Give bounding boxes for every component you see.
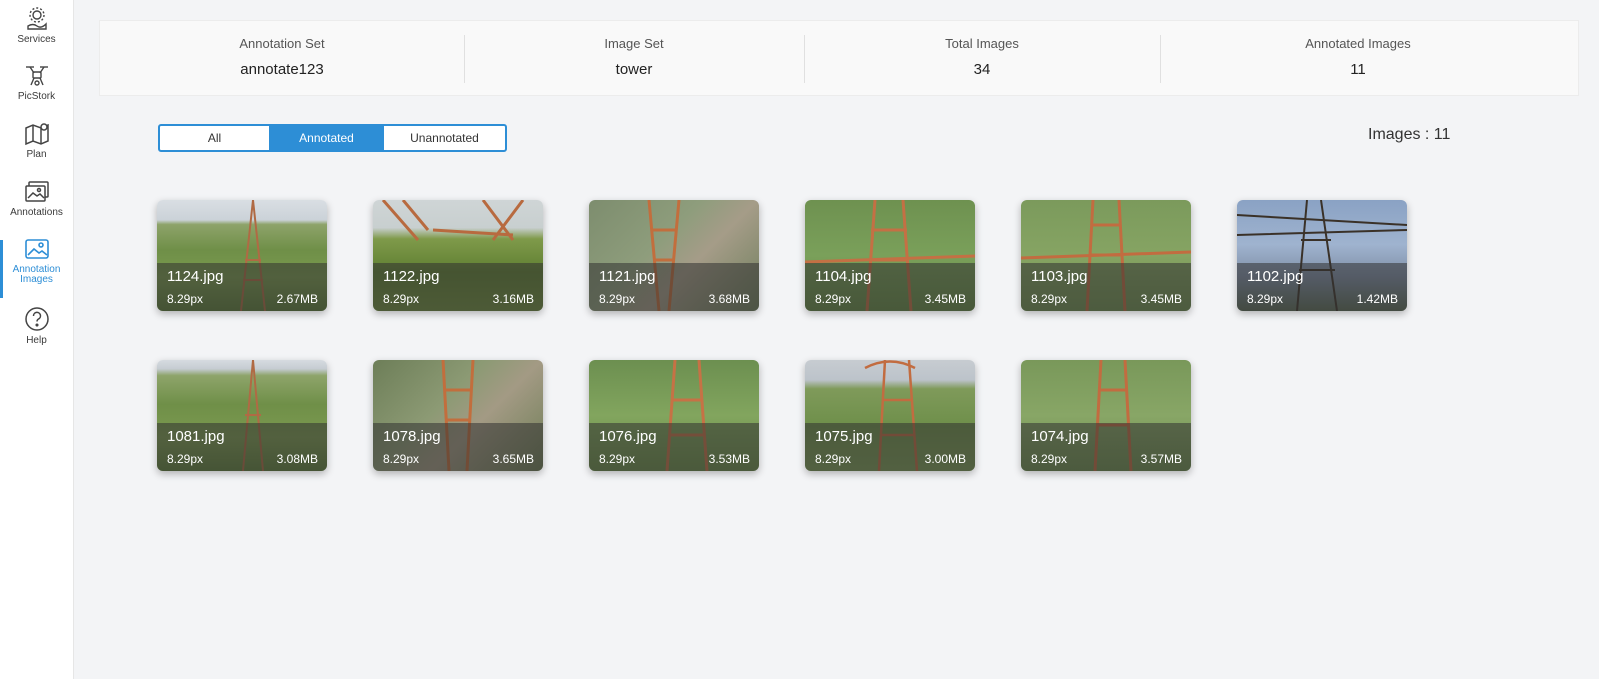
image-resolution: 8.29px xyxy=(167,452,204,466)
image-size: 3.45MB xyxy=(924,292,966,306)
image-resolution: 8.29px xyxy=(383,292,420,306)
sidebar-item-label: Images xyxy=(20,274,53,285)
image-card[interactable]: 1121.jpg 8.29px 3.68MB xyxy=(589,200,759,311)
stat-value: 34 xyxy=(973,61,991,78)
image-size: 3.68MB xyxy=(708,292,750,306)
stat-value: tower xyxy=(615,61,653,78)
image-resolution: 8.29px xyxy=(815,452,852,466)
image-size: 3.00MB xyxy=(924,452,966,466)
image-resolution: 8.29px xyxy=(383,452,420,466)
image-card[interactable]: 1102.jpg 8.29px 1.42MB xyxy=(1237,200,1407,311)
sidebar-item-label: Help xyxy=(26,335,47,346)
image-resolution: 8.29px xyxy=(1031,292,1068,306)
image-resolution: 8.29px xyxy=(167,292,204,306)
help-icon xyxy=(0,305,73,333)
stat-value: 11 xyxy=(1350,61,1366,78)
image-size: 3.45MB xyxy=(1140,292,1182,306)
image-size: 1.42MB xyxy=(1356,292,1398,306)
sidebar-item-services[interactable]: Services xyxy=(0,6,73,45)
image-card[interactable]: 1081.jpg 8.29px 3.08MB xyxy=(157,360,327,471)
stat-label: Total Images xyxy=(945,36,1019,51)
image-name: 1076.jpg xyxy=(599,428,657,445)
image-name: 1102.jpg xyxy=(1247,268,1304,285)
image-resolution: 8.29px xyxy=(1247,292,1284,306)
annotations-icon xyxy=(0,179,73,205)
image-name: 1103.jpg xyxy=(1031,268,1088,285)
stat-label: Annotated Images xyxy=(1305,36,1411,51)
stat-annotation-set: Annotation Set annotate123 xyxy=(100,37,464,78)
image-name: 1075.jpg xyxy=(815,428,873,445)
image-name: 1122.jpg xyxy=(383,268,440,285)
image-size: 3.08MB xyxy=(276,452,318,466)
sidebar-item-label: Services xyxy=(17,34,56,45)
drone-icon xyxy=(0,63,73,89)
image-card[interactable]: 1122.jpg 8.29px 3.16MB xyxy=(373,200,543,311)
image-resolution: 8.29px xyxy=(599,292,636,306)
stat-total-images: Total Images 34 xyxy=(804,37,1160,78)
sidebar-item-label: Plan xyxy=(26,149,47,160)
sidebar-item-annotation-images[interactable]: Annotation Images xyxy=(0,238,73,285)
image-card[interactable]: 1074.jpg 8.29px 3.57MB xyxy=(1021,360,1191,471)
stat-image-set: Image Set tower xyxy=(464,37,804,78)
annotation-summary: Annotation Set annotate123 Image Set tow… xyxy=(99,20,1579,96)
sidebar-item-label: Annotations xyxy=(10,207,63,218)
sidebar-item-annotations[interactable]: Annotations xyxy=(0,179,73,218)
map-icon xyxy=(0,121,73,147)
stat-annotated-images: Annotated Images 11 xyxy=(1160,37,1556,78)
image-name: 1124.jpg xyxy=(167,268,224,285)
stat-value: annotate123 xyxy=(240,61,324,78)
image-card[interactable]: 1078.jpg 8.29px 3.65MB xyxy=(373,360,543,471)
image-name: 1121.jpg xyxy=(599,268,656,285)
image-resolution: 8.29px xyxy=(599,452,636,466)
image-size: 3.53MB xyxy=(708,452,750,466)
filter-unannotated-button[interactable]: Unannotated xyxy=(383,126,505,150)
image-card[interactable]: 1103.jpg 8.29px 3.45MB xyxy=(1021,200,1191,311)
sidebar-item-picstork[interactable]: PicStork xyxy=(0,63,73,102)
image-card[interactable]: 1075.jpg 8.29px 3.00MB xyxy=(805,360,975,471)
image-card[interactable]: 1124.jpg 8.29px 2.67MB xyxy=(157,200,327,311)
image-resolution: 8.29px xyxy=(815,292,852,306)
sidebar-item-help[interactable]: Help xyxy=(0,305,73,346)
image-resolution: 8.29px xyxy=(1031,452,1068,466)
image-size: 3.65MB xyxy=(492,452,534,466)
stat-label: Annotation Set xyxy=(239,36,325,51)
image-name: 1078.jpg xyxy=(383,428,441,445)
sidebar-item-label: PicStork xyxy=(17,91,56,102)
image-size: 3.16MB xyxy=(492,292,534,306)
stat-label: Image Set xyxy=(604,36,664,51)
image-filter-toggle: All Annotated Unannotated xyxy=(158,124,507,152)
filter-all-button[interactable]: All xyxy=(160,126,270,150)
image-size: 3.57MB xyxy=(1140,452,1182,466)
filter-annotated-button[interactable]: Annotated xyxy=(270,126,383,150)
image-size: 2.67MB xyxy=(276,292,318,306)
image-name: 1104.jpg xyxy=(815,268,872,285)
image-name: 1081.jpg xyxy=(167,428,225,445)
image-card[interactable]: 1076.jpg 8.29px 3.53MB xyxy=(589,360,759,471)
image-icon xyxy=(0,238,73,262)
sidebar-item-plan[interactable]: Plan xyxy=(0,121,73,160)
services-icon xyxy=(0,6,73,32)
images-count: Images : 11 xyxy=(1368,126,1451,143)
image-card[interactable]: 1104.jpg 8.29px 3.45MB xyxy=(805,200,975,311)
sidebar: Services PicStork Plan Annotations Annot… xyxy=(0,0,74,679)
image-name: 1074.jpg xyxy=(1031,428,1089,445)
